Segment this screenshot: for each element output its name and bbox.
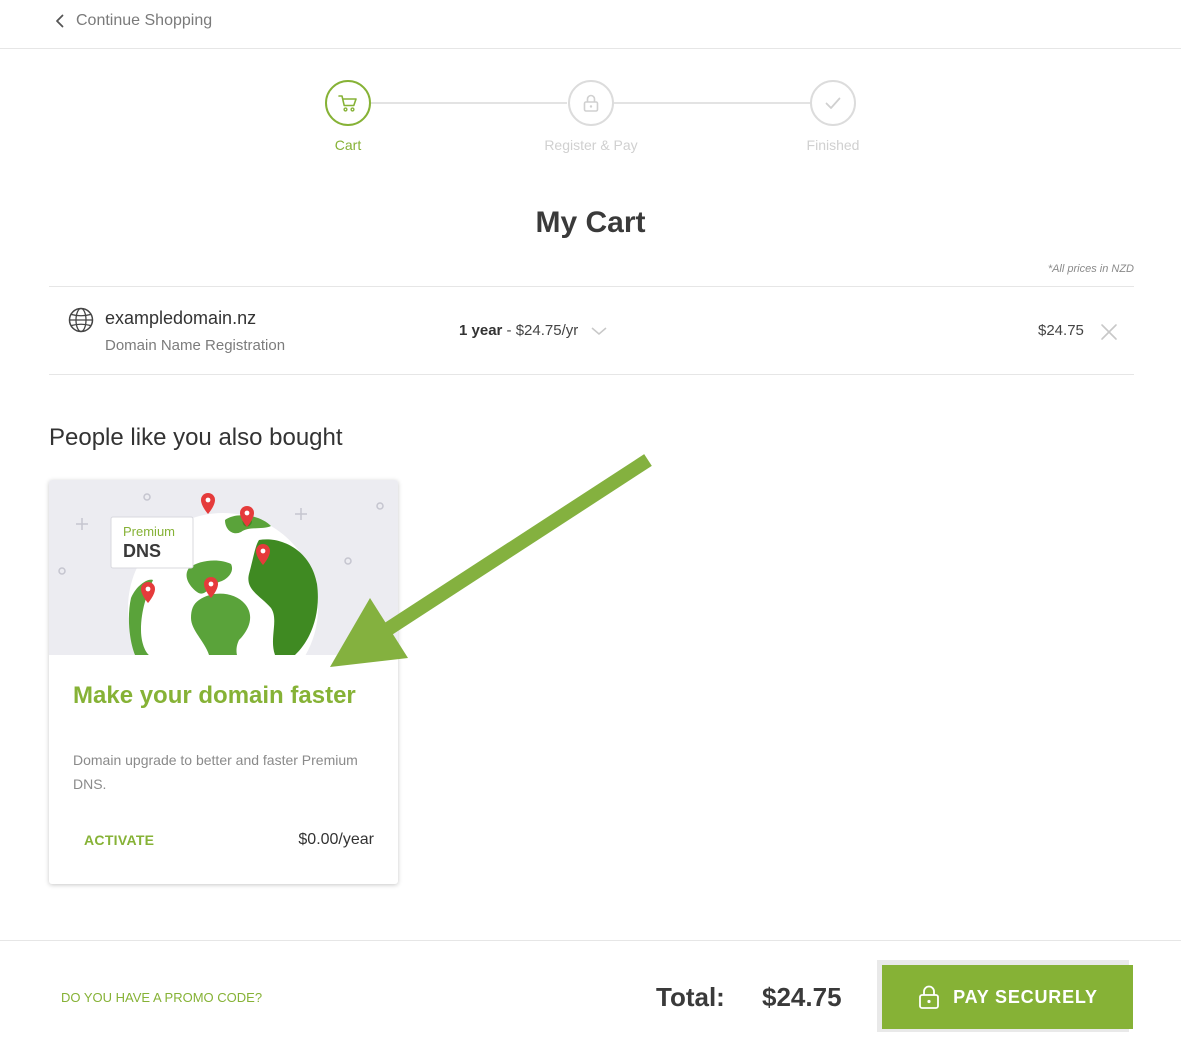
globe-icon xyxy=(68,307,94,333)
pay-securely-label: PAY SECURELY xyxy=(953,986,1098,1007)
step-label: Register & Pay xyxy=(544,137,638,153)
badge-big-text: DNS xyxy=(123,541,161,561)
step-label: Finished xyxy=(806,137,860,153)
step-circle xyxy=(568,80,614,126)
continue-shopping-link[interactable]: Continue Shopping xyxy=(52,12,212,30)
page-title: My Cart xyxy=(535,206,646,239)
step-register-pay[interactable]: Register & Pay xyxy=(531,80,651,153)
upsell-section-title: People like you also bought xyxy=(49,424,343,451)
promo-code-link[interactable]: DO YOU HAVE A PROMO CODE? xyxy=(61,990,262,1005)
annotation-arrow-icon xyxy=(330,454,652,667)
cart-item-row: exampledomain.nz Domain Name Registratio… xyxy=(49,286,1134,375)
term-dropdown[interactable]: 1 year - $24.75/yr xyxy=(459,322,608,339)
lock-icon xyxy=(583,94,599,112)
step-finished[interactable]: Finished xyxy=(773,80,893,153)
step-label: Cart xyxy=(334,137,362,153)
product-type: Domain Name Registration xyxy=(105,337,286,354)
card-title: Make your domain faster xyxy=(73,682,356,709)
top-bar: Continue Shopping xyxy=(0,0,1181,49)
card-description: Domain upgrade to better and faster Prem… xyxy=(73,752,358,792)
term-rate: - $24.75/yr xyxy=(502,322,579,339)
checkout-footer: DO YOU HAVE A PROMO CODE? Total: $24.75 … xyxy=(0,940,1181,1048)
card-price: $0.00/year xyxy=(298,831,374,848)
total-value: $24.75 xyxy=(762,982,842,1012)
checkout-stepper: Cart Register & Pay Finished xyxy=(0,80,1181,160)
term-years: 1 year xyxy=(459,322,503,339)
step-cart[interactable]: Cart xyxy=(288,80,408,153)
step-circle xyxy=(810,80,856,126)
chevron-left-icon xyxy=(56,14,64,28)
item-price: $24.75 xyxy=(1038,322,1084,339)
badge-small-text: Premium xyxy=(123,524,175,539)
close-icon[interactable] xyxy=(1100,323,1118,341)
activate-button[interactable]: ACTIVATE xyxy=(84,832,154,848)
total-label: Total: xyxy=(656,982,725,1012)
term-value: 1 year - $24.75/yr xyxy=(459,322,578,339)
price-currency-note: *All prices in NZD xyxy=(1047,263,1134,275)
continue-shopping-label: Continue Shopping xyxy=(76,12,213,29)
step-circle xyxy=(325,80,371,126)
domain-name: exampledomain.nz xyxy=(105,308,257,328)
chevron-down-icon xyxy=(591,326,607,335)
lock-icon xyxy=(919,985,940,1009)
cart-icon xyxy=(338,95,357,112)
pay-securely-button[interactable]: PAY SECURELY xyxy=(882,965,1133,1029)
check-icon xyxy=(825,97,841,109)
